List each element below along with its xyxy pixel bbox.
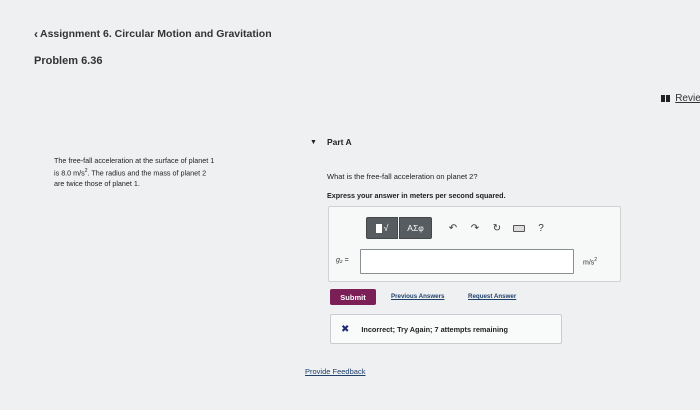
part-label: Part A [326,137,352,147]
question-text: What is the free-fall acceleration on pl… [327,172,478,181]
part-a-header[interactable]: ▼ Part A [310,137,352,147]
keyboard-icon[interactable] [508,217,530,239]
breadcrumb-assignment-link[interactable]: Assignment 6. Circular Motion and Gravit… [40,28,272,40]
provide-feedback-link[interactable]: Provide Feedback [305,367,365,376]
problem-line-3: are twice those of planet 1. [54,179,140,189]
variable-label: g₂ = [336,257,349,264]
math-toolbar: √ ΑΣφ ↶ ↷ ↻ ? [366,217,552,239]
incorrect-x-icon: ✖ [341,323,350,335]
template-box-icon [375,223,382,233]
problem-statement: The free-fall acceleration at the surfac… [54,155,279,189]
review-icon [661,95,671,102]
unit-label: m/s2 [583,257,598,267]
reset-icon[interactable]: ↻ [486,217,508,239]
undo-icon[interactable]: ↶ [442,217,464,239]
feedback-text: Incorrect; Try Again; 7 attempts remaini… [361,324,508,334]
radical-icon: √ [383,223,389,233]
answer-instruction: Express your answer in meters per second… [327,191,506,200]
review-link[interactable]: Review [661,93,700,104]
answer-input[interactable] [360,249,574,274]
review-label: Review [675,93,700,104]
problem-line-1: The free-fall acceleration at the surfac… [54,156,215,165]
problem-title: Problem 6.36 [34,55,103,67]
help-icon[interactable]: ? [530,217,552,239]
problem-line-2: is 8.0 m/s2. The radius and the mass of … [54,168,207,178]
previous-answers-link[interactable]: Previous Answers [391,293,444,300]
breadcrumb[interactable]: ‹ Assignment 6. Circular Motion and Grav… [34,28,272,40]
feedback-box: ✖ Incorrect; Try Again; 7 attempts remai… [330,314,562,344]
request-answer-link[interactable]: Request Answer [468,293,516,300]
submit-button[interactable]: Submit [330,289,376,305]
redo-icon[interactable]: ↷ [464,217,486,239]
templates-button[interactable]: √ [366,217,398,239]
greek-symbols-button[interactable]: ΑΣφ [399,217,432,239]
collapse-triangle-icon[interactable]: ▼ [310,139,317,146]
chevron-left-icon: ‹ [34,27,38,41]
